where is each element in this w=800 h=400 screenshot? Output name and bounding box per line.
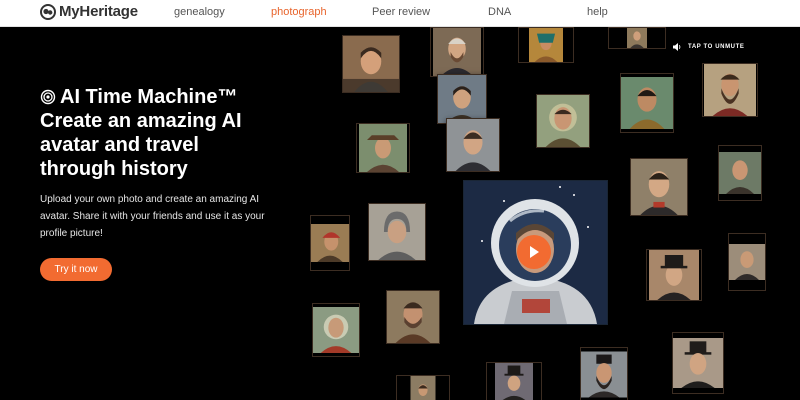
nav-dna[interactable]: DNA xyxy=(488,6,511,18)
portrait-tile xyxy=(342,35,400,93)
portrait-tile xyxy=(672,332,724,394)
nav-genealogy[interactable]: genealogy xyxy=(174,6,225,18)
brand-name: MyHeritage xyxy=(59,3,138,20)
nav-peer-review[interactable]: Peer review xyxy=(372,6,430,18)
spiral-icon xyxy=(40,89,56,105)
portrait-tile xyxy=(310,215,350,271)
nav-help[interactable]: help xyxy=(587,6,608,18)
portrait-tile xyxy=(437,74,487,124)
headline: AI Time Machine™ Create an amazing AI av… xyxy=(40,85,300,181)
headline-line-3: avatar and travel xyxy=(40,134,199,156)
portrait-tile xyxy=(518,27,574,63)
myheritage-logo[interactable]: MyHeritage xyxy=(40,3,138,20)
try-it-now-button[interactable]: Try it now xyxy=(40,258,112,281)
hero-subtitle: Upload your own photo and create an amaz… xyxy=(40,194,265,239)
portrait-tile xyxy=(646,249,702,301)
headline-line-1: AI Time Machine™ xyxy=(40,85,300,109)
portrait-tile xyxy=(430,27,484,77)
portrait-tile xyxy=(356,123,410,173)
nav-photograph[interactable]: photograph xyxy=(271,6,327,18)
headline-line-4: through history xyxy=(40,158,188,180)
portrait-tile xyxy=(580,347,628,400)
hero-section: AI Time Machine™ Create an amazing AI av… xyxy=(0,27,800,400)
portrait-tile xyxy=(446,118,500,172)
tap-to-unmute-button[interactable]: TAP TO UNMUTE xyxy=(672,42,744,52)
headline-title: AI Time Machine™ xyxy=(60,86,238,108)
unmute-label: TAP TO UNMUTE xyxy=(688,44,745,50)
portrait-tile xyxy=(312,303,360,357)
myheritage-logo-icon xyxy=(40,3,56,20)
portrait-tile xyxy=(620,73,674,133)
portrait-tile xyxy=(728,233,766,291)
play-icon xyxy=(530,246,539,258)
portrait-tile xyxy=(536,94,590,148)
portrait-tile xyxy=(608,27,666,49)
portrait-tile xyxy=(630,158,688,216)
portrait-tile xyxy=(718,145,762,201)
top-navigation: MyHeritage genealogy photograph Peer rev… xyxy=(0,0,800,27)
portrait-tile xyxy=(368,203,426,261)
speaker-icon xyxy=(673,43,681,51)
hero-text: AI Time Machine™ Create an amazing AI av… xyxy=(40,85,300,242)
portrait-collage[interactable]: TAP TO UNMUTE xyxy=(300,27,800,400)
portrait-tile xyxy=(486,362,542,400)
portrait-tile xyxy=(396,375,450,400)
portrait-tile xyxy=(386,290,440,344)
headline-line-2: Create an amazing AI xyxy=(40,110,242,132)
play-video-button[interactable] xyxy=(517,235,551,269)
portrait-tile xyxy=(702,63,758,117)
